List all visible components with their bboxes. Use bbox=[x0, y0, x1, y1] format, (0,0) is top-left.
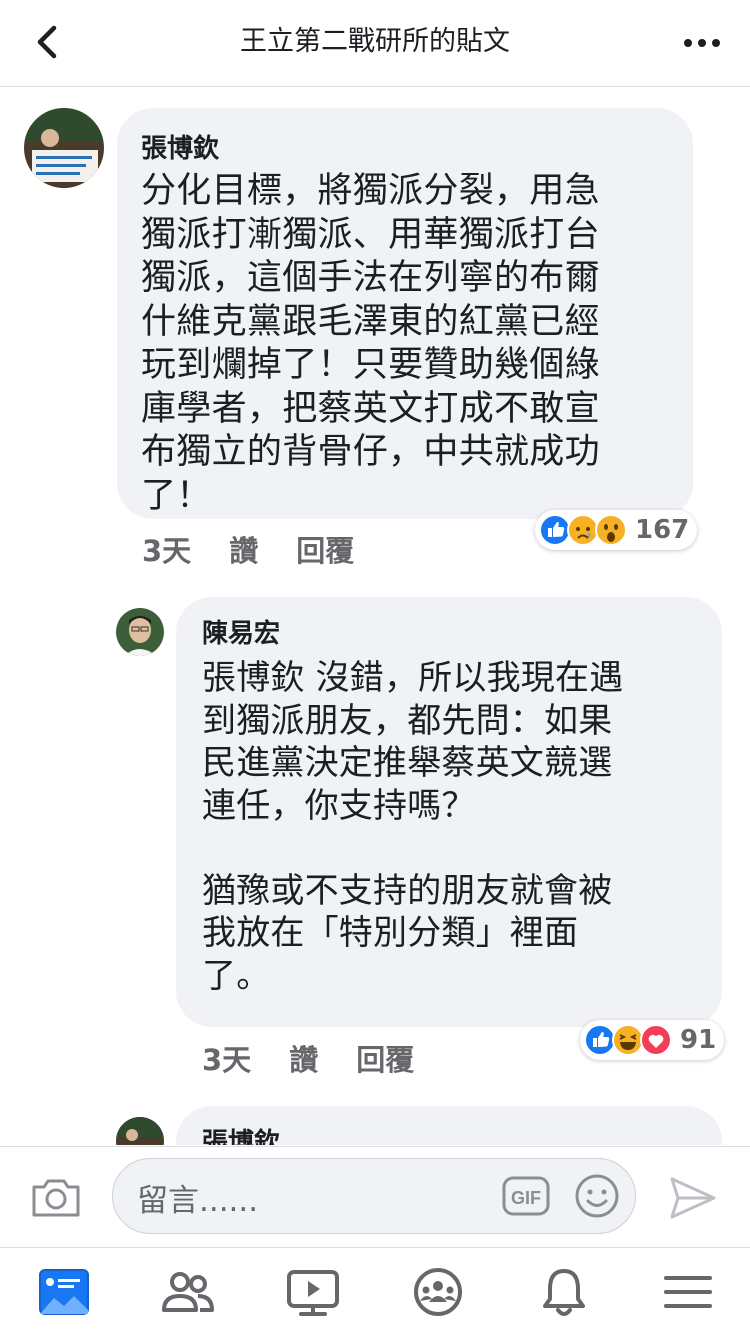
friends-icon[interactable] bbox=[160, 1266, 216, 1318]
emoji-icon[interactable] bbox=[573, 1172, 621, 1220]
top-bar: 王立第二戰研所的貼文 bbox=[0, 0, 750, 87]
reply-button[interactable]: 回覆 bbox=[356, 1037, 414, 1079]
groups-icon[interactable] bbox=[410, 1266, 466, 1318]
wow-icon bbox=[595, 514, 627, 546]
bottom-tab-bar bbox=[0, 1247, 750, 1335]
comment-bubble: 陳易宏 張博欽 沒錯，所以我現在遇 到獨派朋友，都先問：如果 民進黨決定推舉蔡英… bbox=[176, 597, 722, 1027]
comment-timestamp: 3天 bbox=[202, 1043, 252, 1077]
page-title: 王立第二戰研所的貼文 bbox=[240, 26, 510, 57]
comment-bubble: 張博欽 bbox=[176, 1106, 722, 1145]
comment-composer: 留言...... GIF bbox=[0, 1146, 750, 1247]
comment-actions: 3天 讚 回覆 bbox=[202, 1037, 414, 1079]
like-button[interactable]: 讚 bbox=[289, 1037, 318, 1079]
more-options-icon[interactable] bbox=[680, 28, 724, 58]
reaction-summary[interactable]: 167 bbox=[535, 510, 698, 550]
camera-icon[interactable] bbox=[30, 1175, 82, 1219]
avatar[interactable] bbox=[116, 1117, 164, 1145]
reaction-count: 167 bbox=[635, 515, 690, 545]
comment-bubble: 張博欽 分化目標，將獨派分裂，用急 獨派打漸獨派、用華獨派打台 獨派，這個手法在… bbox=[117, 108, 693, 519]
avatar[interactable] bbox=[24, 108, 104, 188]
comment-actions: 3天 讚 回覆 bbox=[142, 528, 354, 570]
comment-author[interactable]: 張博欽 bbox=[202, 1126, 280, 1145]
comment-text: 分化目標，將獨派分裂，用急 獨派打漸獨派、用華獨派打台 獨派，這個手法在列寧的布… bbox=[141, 171, 600, 516]
menu-icon[interactable] bbox=[660, 1266, 716, 1318]
watch-icon[interactable] bbox=[285, 1266, 341, 1318]
comment-input[interactable]: 留言...... GIF bbox=[112, 1158, 636, 1234]
reaction-summary[interactable]: 91 bbox=[580, 1020, 725, 1060]
reaction-count: 91 bbox=[680, 1025, 717, 1055]
notifications-icon[interactable] bbox=[536, 1266, 592, 1318]
comment-text: 張博欽 沒錯，所以我現在遇 到獨派朋友，都先問：如果 民進黨決定推舉蔡英文競選 … bbox=[202, 658, 624, 996]
comment-input-placeholder: 留言...... bbox=[137, 1183, 259, 1219]
comment-author[interactable]: 張博欽 bbox=[141, 132, 219, 166]
gif-icon[interactable]: GIF bbox=[501, 1172, 551, 1220]
avatar[interactable] bbox=[116, 608, 164, 656]
comments-list[interactable]: 張博欽 分化目標，將獨派分裂，用急 獨派打漸獨派、用華獨派打台 獨派，這個手法在… bbox=[0, 87, 750, 1145]
comment-author[interactable]: 陳易宏 bbox=[202, 617, 280, 651]
reply-button[interactable]: 回覆 bbox=[296, 528, 354, 570]
gif-label: GIF bbox=[511, 1188, 541, 1208]
comment-timestamp: 3天 bbox=[142, 534, 192, 568]
back-arrow-icon[interactable] bbox=[30, 22, 66, 62]
love-icon bbox=[640, 1024, 672, 1056]
news-feed-icon[interactable] bbox=[36, 1266, 92, 1318]
like-button[interactable]: 讚 bbox=[229, 528, 258, 570]
send-icon[interactable] bbox=[668, 1175, 718, 1221]
